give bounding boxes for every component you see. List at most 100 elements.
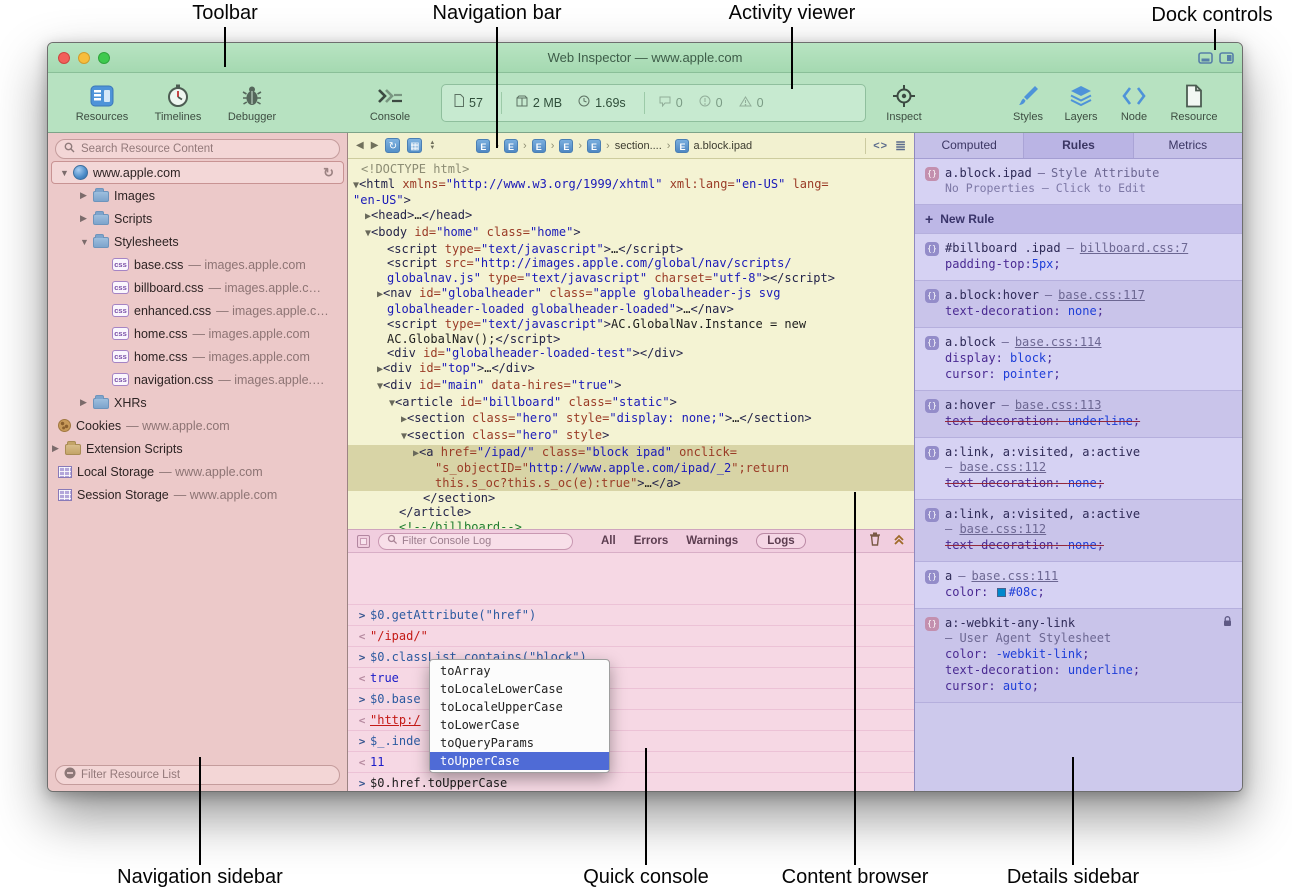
resource-button[interactable]: Resource (1168, 77, 1220, 129)
sidebar-item-enhanced-css[interactable]: cssenhanced.css— images.apple.c… (48, 299, 347, 322)
forward-button[interactable]: ▶ (371, 140, 379, 151)
css-rule[interactable]: {}#billboard .ipad — billboard.css:7padd… (915, 234, 1242, 281)
breadcrumb-item[interactable]: E (587, 139, 601, 153)
sidebar-item-billboard-css[interactable]: cssbillboard.css— images.apple.c… (48, 276, 347, 299)
sidebar-item-home-css[interactable]: csshome.css— images.apple.com (48, 345, 347, 368)
console-panel-icon[interactable] (357, 535, 370, 548)
dom-node-line[interactable]: ▶<head>…</head> (348, 208, 914, 225)
sidebar-item-www-apple-com[interactable]: ▼www.apple.com↻ (51, 161, 344, 184)
dom-node-line[interactable]: this.s_oc?this.s_oc(e):true">…</a> (348, 476, 914, 491)
console-scope-errors[interactable]: Errors (634, 535, 669, 547)
stepper-control[interactable]: ▲▼ (429, 141, 435, 151)
css-rule[interactable]: {}a:link, a:visited, a:active— base.css:… (915, 438, 1242, 500)
styles-button[interactable]: Styles (1002, 77, 1054, 129)
dom-node-line[interactable]: AC.GlobalNav();</script> (348, 332, 914, 347)
inspect-button[interactable]: Inspect (872, 77, 936, 129)
rule-source-link[interactable]: base.css:114 (1015, 335, 1102, 350)
sidebar-item-scripts[interactable]: ▶Scripts (48, 207, 347, 230)
breadcrumb-current[interactable]: Ea.block.ipad (675, 139, 752, 153)
breadcrumb-item[interactable]: E (559, 139, 573, 153)
breadcrumb-item[interactable]: E (532, 139, 546, 153)
autocomplete-popup[interactable]: toArraytoLocaleLowerCasetoLocaleUpperCas… (429, 659, 610, 773)
css-rule[interactable]: {}a:link, a:visited, a:active— base.css:… (915, 500, 1242, 562)
dom-node-line[interactable]: ▶<section class="hero" style="display: n… (348, 411, 914, 428)
css-rule[interactable]: {}a.block:hover — base.css:117text-decor… (915, 281, 1242, 328)
disclosure-triangle-icon[interactable]: ▼ (80, 237, 93, 247)
reload-icon[interactable]: ↻ (323, 165, 334, 181)
rule-source-link[interactable]: base.css:111 (971, 569, 1058, 584)
sidebar-item-images[interactable]: ▶Images (48, 184, 347, 207)
dom-node-line[interactable]: <script src="http://images.apple.com/glo… (348, 256, 914, 271)
console-entry[interactable]: <"/ipad/" (348, 625, 914, 646)
sidebar-item-session-storage[interactable]: Session Storage— www.apple.com (48, 483, 347, 506)
sidebar-item-local-storage[interactable]: Local Storage— www.apple.com (48, 460, 347, 483)
css-property[interactable]: cursor: auto; (945, 678, 1232, 694)
disclosure-triangle-icon[interactable]: ▶ (80, 397, 93, 408)
css-property[interactable]: text-decoration: none; (945, 537, 1232, 553)
reload-page-icon[interactable]: ↻ (385, 138, 400, 153)
trash-icon[interactable] (869, 532, 881, 551)
dock-to-side-icon[interactable] (1219, 51, 1234, 69)
dom-node-line[interactable]: ▼<article id="billboard" class="static"> (348, 395, 914, 412)
console-scope-warnings[interactable]: Warnings (686, 535, 738, 547)
source-code-icon[interactable]: <> (873, 140, 888, 152)
css-property[interactable]: padding-top:5px; (945, 256, 1232, 272)
dom-node-line[interactable]: ▼<html xmlns="http://www.w3.org/1999/xht… (348, 177, 914, 194)
dom-node-line[interactable]: <script type="text/javascript">…</script… (348, 242, 914, 257)
dom-node-line[interactable]: </article> (348, 505, 914, 520)
autocomplete-item[interactable]: toLowerCase (430, 716, 609, 734)
debugger-button[interactable]: Debugger (220, 77, 284, 129)
breadcrumb-item[interactable]: E (504, 139, 518, 153)
color-swatch[interactable] (997, 588, 1006, 597)
dom-node-line[interactable]: ▼<div id="main" data-hires="true"> (348, 378, 914, 395)
dom-node-line[interactable]: <div id="globalheader-loaded-test"></div… (348, 346, 914, 361)
dom-node-line[interactable]: ▼<section class="hero" style> (348, 428, 914, 445)
disclosure-triangle-icon[interactable]: ▼ (60, 168, 73, 178)
search-resource-input[interactable]: Search Resource Content (55, 139, 340, 159)
sidebar-item-stylesheets[interactable]: ▼Stylesheets (48, 230, 347, 253)
sidebar-item-navigation-css[interactable]: cssnavigation.css— images.apple.… (48, 368, 347, 391)
console-prompt[interactable]: >$0.href.toUpperCase (348, 772, 914, 792)
sidebar-item-cookies[interactable]: Cookies— www.apple.com (48, 414, 347, 437)
dom-node-line[interactable]: "en-US"> (348, 193, 914, 208)
zoom-button[interactable] (98, 52, 110, 64)
rule-source-link[interactable]: billboard.css:7 (1080, 241, 1188, 256)
text-wrap-icon[interactable]: ≣ (895, 138, 906, 154)
dom-node-line[interactable]: </section> (348, 491, 914, 506)
css-rule[interactable]: {}a — base.css:111color: #08c; (915, 562, 1242, 609)
disclosure-triangle-icon[interactable]: ▶ (80, 213, 93, 224)
sidebar-item-base-css[interactable]: cssbase.css— images.apple.com (48, 253, 347, 276)
minimize-button[interactable] (78, 52, 90, 64)
rule-source-link[interactable]: base.css:112 (959, 522, 1046, 536)
dom-node-line[interactable]: ▼<body id="home" class="home"> (348, 225, 914, 242)
dom-node-line[interactable]: ▶<a href="/ipad/" class="block ipad" onc… (348, 445, 914, 462)
rule-source-link[interactable]: base.css:112 (959, 460, 1046, 474)
autocomplete-item[interactable]: toArray (430, 662, 609, 680)
dom-node-line[interactable]: <script type="text/javascript">AC.Global… (348, 317, 914, 332)
resources-button[interactable]: Resources (70, 77, 134, 129)
console-scope-logs[interactable]: Logs (756, 533, 805, 549)
dom-node-line[interactable]: <!DOCTYPE html> (348, 162, 914, 177)
disclosure-triangle-icon[interactable]: ▶ (52, 443, 65, 454)
dock-to-bottom-icon[interactable] (1198, 51, 1213, 69)
layers-button[interactable]: Layers (1055, 77, 1107, 129)
css-property[interactable]: cursor: pointer; (945, 366, 1232, 382)
style-attribute-section[interactable]: {}a.block.ipad — Style AttributeNo Prope… (915, 159, 1242, 205)
tab-rules[interactable]: Rules (1024, 133, 1133, 158)
breadcrumb-item[interactable]: section.... (615, 140, 662, 152)
dom-node-line[interactable]: globalnav.js" type="text/javascript" cha… (348, 271, 914, 286)
filter-resource-input[interactable]: Filter Resource List (55, 765, 340, 785)
console-scope-all[interactable]: All (601, 535, 616, 547)
css-rule[interactable]: {}a:hover — base.css:113text-decoration:… (915, 391, 1242, 438)
new-rule-button[interactable]: +New Rule (915, 205, 1242, 234)
breadcrumb-item[interactable]: E (476, 139, 490, 153)
css-property[interactable]: color: #08c; (945, 584, 1232, 600)
css-rule[interactable]: {}a:-webkit-any-link— User Agent Stylesh… (915, 609, 1242, 703)
dom-node-line[interactable]: ▶<nav id="globalheader" class="apple glo… (348, 286, 914, 303)
css-property[interactable]: color: -webkit-link; (945, 646, 1232, 662)
css-property[interactable]: display: block; (945, 350, 1232, 366)
autocomplete-item[interactable]: toLocaleLowerCase (430, 680, 609, 698)
dom-node-line[interactable]: globalheader-loaded globalheader-loaded"… (348, 302, 914, 317)
autocomplete-item[interactable]: toQueryParams (430, 734, 609, 752)
rule-source-link[interactable]: base.css:113 (1015, 398, 1102, 413)
